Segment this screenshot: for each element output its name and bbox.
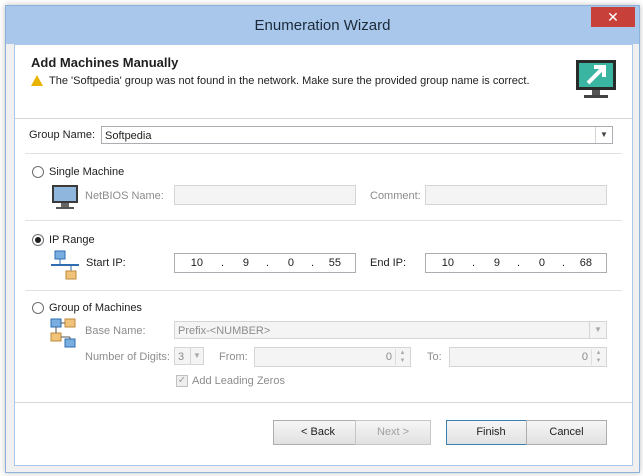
spinner-arrows-icon[interactable]: ▲ ▼	[395, 349, 409, 365]
add-leading-zeros-checkbox[interactable]: ✓	[176, 375, 188, 387]
close-button[interactable]: ✕	[591, 7, 635, 27]
comment-field[interactable]	[425, 185, 607, 205]
ip-range-label: IP Range	[49, 234, 95, 246]
number-of-digits-label: Number of Digits:	[85, 351, 170, 363]
end-ip-octet-3: 0	[538, 257, 545, 269]
finish-button[interactable]: Finish	[446, 420, 536, 445]
from-value: 0	[385, 351, 392, 363]
start-ip-octet-4: 55	[328, 257, 341, 269]
start-ip-field[interactable]: 10 . 9 . 0 . 55	[174, 253, 356, 273]
start-ip-octet-1: 10	[190, 257, 203, 269]
ip-dot: .	[221, 257, 225, 269]
monitor-arrow-icon	[576, 60, 616, 98]
spinner-arrows-icon[interactable]: ▲ ▼	[591, 349, 605, 365]
to-label: To:	[427, 351, 442, 363]
page-title: Add Machines Manually	[31, 55, 179, 70]
ip-range-radio[interactable]	[32, 234, 44, 246]
group-name-value: Softpedia	[105, 130, 152, 142]
base-name-value: Prefix-<NUMBER>	[178, 325, 271, 337]
group-of-machines-label: Group of Machines	[49, 302, 142, 314]
network-range-icon	[51, 250, 79, 280]
divider	[25, 220, 622, 221]
comment-label: Comment:	[370, 190, 421, 202]
chevron-down-icon[interactable]: ▼	[190, 348, 203, 364]
warning-icon	[31, 75, 43, 86]
chevron-down-icon[interactable]: ▼	[589, 322, 606, 338]
base-name-combo[interactable]: Prefix-<NUMBER> ▼	[174, 321, 607, 339]
machine-group-icon	[50, 318, 76, 348]
from-label: From:	[219, 351, 248, 363]
ip-dot: .	[311, 257, 315, 269]
add-leading-zeros-label: Add Leading Zeros	[192, 375, 285, 387]
number-of-digits-value: 3	[178, 351, 185, 363]
to-spinner[interactable]: 0 ▲ ▼	[449, 347, 607, 367]
warning-text: The 'Softpedia' group was not found in t…	[49, 75, 530, 87]
start-ip-octet-2: 9	[242, 257, 249, 269]
ip-dot: .	[562, 257, 566, 269]
start-ip-label: Start IP:	[86, 257, 126, 269]
ip-dot: .	[266, 257, 270, 269]
group-name-label: Group Name:	[29, 129, 96, 141]
end-ip-field[interactable]: 10 . 9 . 0 . 68	[425, 253, 607, 273]
ip-dot: .	[517, 257, 521, 269]
netbios-name-label: NetBIOS Name:	[85, 190, 164, 202]
next-button[interactable]: Next >	[355, 420, 431, 445]
number-of-digits-combo[interactable]: 3 ▼	[174, 347, 204, 365]
end-ip-octet-4: 68	[579, 257, 592, 269]
wizard-window: Enumeration Wizard ✕ Add Machines Manual…	[5, 5, 640, 473]
window-title: Enumeration Wizard	[254, 17, 391, 34]
back-button[interactable]: < Back	[273, 420, 363, 445]
title-bar: Enumeration Wizard ✕	[6, 6, 639, 44]
wizard-header: Add Machines Manually The 'Softpedia' gr…	[15, 45, 632, 119]
to-value: 0	[581, 351, 588, 363]
group-of-machines-radio[interactable]	[32, 302, 44, 314]
warning-message: The 'Softpedia' group was not found in t…	[31, 73, 530, 87]
netbios-name-field[interactable]	[174, 185, 356, 205]
base-name-label: Base Name:	[85, 325, 146, 337]
cancel-button[interactable]: Cancel	[526, 420, 607, 445]
single-machine-label: Single Machine	[49, 166, 125, 178]
start-ip-octet-3: 0	[287, 257, 294, 269]
from-spinner[interactable]: 0 ▲ ▼	[254, 347, 411, 367]
computer-icon	[52, 185, 78, 209]
chevron-down-icon[interactable]: ▼	[595, 127, 612, 143]
ip-dot: .	[472, 257, 476, 269]
single-machine-radio[interactable]	[32, 166, 44, 178]
divider	[25, 153, 622, 154]
end-ip-label: End IP:	[370, 257, 407, 269]
wizard-content: Add Machines Manually The 'Softpedia' gr…	[14, 44, 633, 466]
divider	[25, 290, 622, 291]
end-ip-octet-1: 10	[441, 257, 454, 269]
group-name-combo[interactable]: Softpedia ▼	[101, 126, 613, 144]
footer-divider	[15, 402, 632, 403]
end-ip-octet-2: 9	[493, 257, 500, 269]
